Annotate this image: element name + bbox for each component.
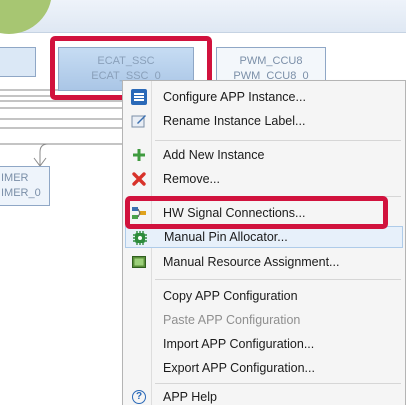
menu-item-paste-app-configuration: Paste APP Configuration bbox=[125, 309, 403, 331]
menu-item-add-new-instance[interactable]: Add New Instance bbox=[125, 144, 403, 166]
menu-item-manual-pin-allocator[interactable]: Manual Pin Allocator... bbox=[125, 226, 403, 248]
menu-item-rename-instance-label[interactable]: Rename Instance Label... bbox=[125, 110, 403, 132]
menu-item-label: Paste APP Configuration bbox=[163, 313, 301, 327]
menu-item-label: Rename Instance Label... bbox=[163, 114, 306, 128]
menu-item-copy-app-configuration[interactable]: Copy APP Configuration bbox=[125, 285, 403, 307]
app-block-type: PWM_CCU8 bbox=[239, 55, 303, 67]
app-block-instance: IMER_0 bbox=[1, 187, 41, 199]
add-icon bbox=[131, 147, 147, 163]
menu-item-configure-app-instance[interactable]: Configure APP Instance... bbox=[125, 86, 403, 108]
menu-separator bbox=[155, 383, 401, 384]
menu-item-remove[interactable]: Remove... bbox=[125, 168, 403, 190]
rename-icon bbox=[131, 113, 147, 129]
menu-item-export-app-configuration[interactable]: Export APP Configuration... bbox=[125, 357, 403, 379]
help-icon: ? bbox=[132, 390, 146, 404]
menu-item-manual-resource-assignment[interactable]: Manual Resource Assignment... bbox=[125, 251, 403, 273]
context-menu: Configure APP Instance... Rename Instanc… bbox=[122, 80, 406, 405]
menu-item-label: Add New Instance bbox=[163, 148, 265, 162]
configure-icon bbox=[131, 89, 147, 105]
highlight-box-hw-signal-connections bbox=[125, 196, 388, 229]
menu-item-label: Copy APP Configuration bbox=[163, 289, 298, 303]
pin-allocator-icon bbox=[132, 230, 148, 246]
menu-item-label: Manual Pin Allocator... bbox=[164, 230, 288, 244]
app-dependency-canvas[interactable]: ECAT_SSC ECAT_SSC_0 PWM_CCU8 PWM_CCU8_0 … bbox=[0, 0, 406, 405]
remove-icon bbox=[131, 171, 147, 187]
menu-item-label: Export APP Configuration... bbox=[163, 361, 315, 375]
menu-item-app-help[interactable]: ? APP Help bbox=[125, 386, 403, 405]
app-block-timer[interactable]: IMER IMER_0 bbox=[0, 166, 50, 206]
menu-item-label: Import APP Configuration... bbox=[163, 337, 315, 351]
resource-icon bbox=[131, 254, 147, 270]
app-block-partial[interactable] bbox=[0, 47, 36, 77]
menu-item-label: APP Help bbox=[163, 390, 217, 404]
menu-separator bbox=[155, 279, 401, 280]
menu-item-import-app-configuration[interactable]: Import APP Configuration... bbox=[125, 333, 403, 355]
menu-separator bbox=[155, 140, 401, 141]
menu-item-label: Manual Resource Assignment... bbox=[163, 255, 340, 269]
menu-item-label: Remove... bbox=[163, 172, 220, 186]
menu-item-label: Configure APP Instance... bbox=[163, 90, 306, 104]
app-block-type: IMER bbox=[1, 172, 29, 184]
